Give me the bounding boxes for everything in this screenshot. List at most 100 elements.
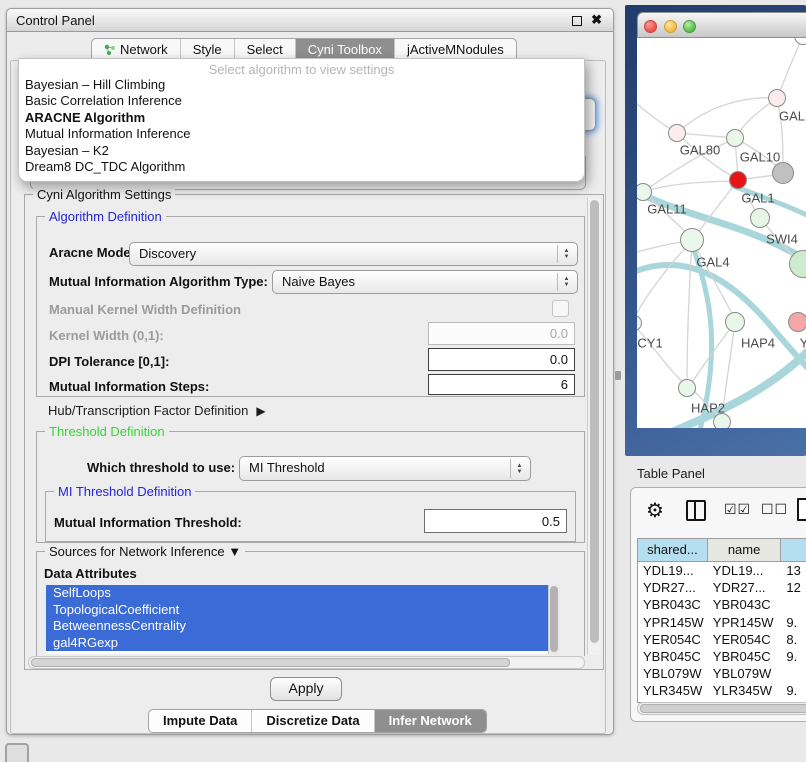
apply-button[interactable]: Apply — [270, 677, 342, 701]
pane-divider-grip[interactable] — [615, 371, 621, 380]
attribute-item[interactable]: TopologicalCoefficient — [46, 602, 560, 619]
checked-checkboxes-icon[interactable]: ☑☑ — [724, 501, 751, 518]
table-cell[interactable]: YLR345W — [638, 682, 708, 699]
scrollbar-thumb[interactable] — [31, 658, 510, 667]
network-node[interactable] — [668, 124, 686, 142]
table-cell[interactable]: YER054C — [708, 631, 782, 648]
column-header-shared[interactable]: shared... — [638, 539, 708, 561]
algorithm-list-item[interactable]: Bayesian – Hill Climbing — [19, 77, 584, 93]
attribute-item[interactable]: BetweennessCentrality — [46, 618, 560, 635]
table-row[interactable]: YDL19...YDL19...13 — [638, 562, 806, 579]
algorithm-list-item[interactable]: ARACNE Algorithm — [19, 110, 584, 126]
expand-arrow-icon[interactable]: ▶ — [256, 404, 265, 418]
table-cell[interactable]: YPR145W — [638, 614, 708, 631]
attribute-item[interactable]: gal4RGexp — [46, 635, 560, 652]
table-row[interactable]: YBR045CYBR045C9. — [638, 648, 806, 665]
network-node[interactable] — [725, 312, 745, 332]
table-cell[interactable]: 8. — [781, 631, 806, 648]
table-cell[interactable]: YBL079W — [708, 665, 782, 682]
gear-icon[interactable]: ⚙ — [646, 498, 664, 523]
split-columns-icon[interactable] — [686, 500, 706, 521]
table-cell[interactable]: YPR145W — [708, 614, 782, 631]
column-header-extra[interactable] — [781, 539, 806, 561]
which-threshold-combobox[interactable]: MI Threshold ▲▼ — [239, 456, 531, 481]
mac-zoom-button[interactable] — [683, 20, 696, 33]
table-cell[interactable]: YBR045C — [638, 648, 708, 665]
table-cell[interactable]: YDL19... — [708, 562, 782, 579]
table-cell[interactable] — [781, 596, 806, 613]
table-cell[interactable]: YER054C — [638, 631, 708, 648]
network-node[interactable] — [729, 171, 747, 189]
table-row[interactable]: YBL079WYBL079W — [638, 665, 806, 682]
network-node[interactable] — [768, 89, 786, 107]
network-canvas[interactable]: GALGAL80GAL10GAL1GAL11SWI4GAL4GCY1HAP4YH… — [637, 38, 806, 428]
control-panel-titlebar: Control Panel ✖ — [7, 9, 613, 32]
attributes-scrollbar[interactable] — [548, 585, 560, 654]
algorithm-list-item[interactable]: Dream8 DC_TDC Algorithm — [19, 159, 584, 175]
close-icon[interactable]: ✖ — [591, 12, 602, 28]
settings-vertical-scrollbar[interactable] — [587, 198, 601, 655]
data-attributes-list[interactable]: SelfLoopsTopologicalCoefficientBetweenne… — [46, 585, 560, 654]
table-horizontal-scrollbar[interactable] — [637, 702, 806, 715]
network-node[interactable] — [772, 162, 794, 184]
table-cell[interactable]: YDR27... — [638, 579, 708, 596]
kernel-width-field[interactable]: 0.0 — [428, 322, 575, 345]
manual-kernel-checkbox[interactable] — [552, 300, 569, 317]
attribute-item[interactable]: SelfLoops — [46, 585, 560, 602]
float-window-icon[interactable] — [572, 16, 582, 26]
table-cell[interactable] — [781, 665, 806, 682]
tab-infer-network[interactable]: Infer Network — [375, 710, 486, 732]
table-cell[interactable]: YBR043C — [708, 596, 782, 613]
scrollbar-thumb[interactable] — [640, 704, 806, 713]
mi-threshold-field[interactable]: 0.5 — [424, 509, 567, 533]
network-node[interactable] — [726, 129, 744, 147]
tab-impute-data[interactable]: Impute Data — [149, 710, 252, 732]
table-cell[interactable]: YBL079W — [638, 665, 708, 682]
mi-algorithm-type-combobox[interactable]: Naive Bayes ▲▼ — [272, 270, 578, 294]
mi-threshold-label: Mutual Information Threshold: — [54, 515, 242, 530]
dpi-tolerance-field[interactable]: 0.0 — [428, 348, 575, 371]
algorithm-list-item[interactable]: Bayesian – K2 — [19, 143, 584, 159]
network-node[interactable] — [678, 379, 696, 397]
table-row[interactable]: YLR345WYLR345W9. — [638, 682, 806, 699]
restore-panel-icon[interactable] — [5, 743, 29, 762]
table-row[interactable]: YER054CYER054C8. — [638, 631, 806, 648]
control-panel-title: Control Panel — [16, 13, 95, 28]
document-icon[interactable] — [797, 498, 806, 521]
table-cell[interactable]: YDR27... — [708, 579, 782, 596]
table-cell[interactable]: 12 — [781, 579, 806, 596]
table-row[interactable]: YPR145WYPR145W9. — [638, 614, 806, 631]
scrollbar-thumb[interactable] — [590, 200, 599, 643]
algorithm-list-item[interactable]: Mutual Information Inference — [19, 126, 584, 142]
network-window-titlebar[interactable] — [637, 12, 806, 38]
table-cell[interactable]: 9. — [781, 614, 806, 631]
mi-steps-field[interactable]: 6 — [428, 374, 575, 395]
scrollbar-thumb[interactable] — [550, 586, 558, 652]
hub-transcription-factor-section[interactable]: Hub/Transcription Factor Definition▶ — [48, 403, 266, 418]
network-node[interactable] — [788, 312, 806, 332]
table-cell[interactable]: YBR045C — [708, 648, 782, 665]
table-row[interactable]: YDR27...YDR27...12 — [638, 579, 806, 596]
table-cell[interactable]: YBR043C — [638, 596, 708, 613]
collapse-arrow-icon[interactable]: ▼ — [228, 544, 241, 559]
aracne-mode-value: Discovery — [139, 246, 196, 261]
table-cell[interactable]: YLR345W — [708, 682, 782, 699]
algorithm-list-item[interactable]: Basic Correlation Inference — [19, 93, 584, 109]
network-node[interactable] — [750, 208, 770, 228]
aracne-mode-combobox[interactable]: Discovery ▲▼ — [129, 242, 578, 266]
network-node[interactable] — [680, 228, 704, 252]
table-cell[interactable]: 9. — [781, 648, 806, 665]
table-cell[interactable]: 9. — [781, 682, 806, 699]
node-table[interactable]: shared... name YDL19...YDL19...13YDR27..… — [637, 538, 806, 703]
table-cell[interactable]: 13 — [781, 562, 806, 579]
network-icon — [104, 44, 116, 56]
settings-horizontal-scrollbar[interactable] — [28, 656, 585, 669]
network-node[interactable] — [713, 413, 731, 428]
column-header-name[interactable]: name — [708, 539, 782, 561]
tab-discretize-data[interactable]: Discretize Data — [252, 710, 374, 732]
mac-close-button[interactable] — [644, 20, 657, 33]
mac-minimize-button[interactable] — [664, 20, 677, 33]
unchecked-checkboxes-icon[interactable]: ☐☐ — [761, 501, 788, 518]
table-row[interactable]: YBR043CYBR043C — [638, 596, 806, 613]
table-cell[interactable]: YDL19... — [638, 562, 708, 579]
